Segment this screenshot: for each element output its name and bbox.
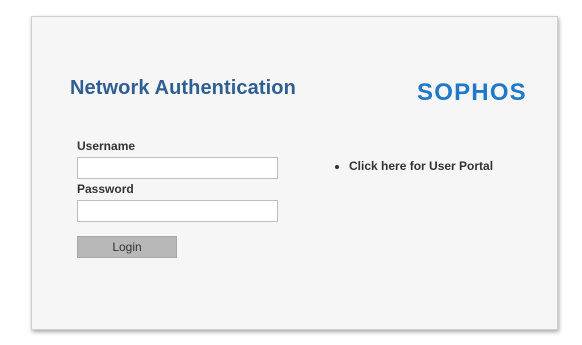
portal-links: Click here for User Portal: [333, 159, 493, 173]
user-portal-link[interactable]: Click here for User Portal: [349, 159, 493, 173]
password-input[interactable]: [77, 200, 278, 222]
list-item: Click here for User Portal: [349, 159, 493, 173]
sophos-logo: SOPHOS: [417, 79, 527, 106]
username-label: Username: [77, 139, 136, 153]
page-title: Network Authentication: [70, 77, 296, 99]
password-label: Password: [77, 182, 134, 196]
username-input[interactable]: [77, 157, 278, 179]
auth-panel: Network Authentication SOPHOS Username P…: [31, 16, 558, 330]
login-button[interactable]: Login: [77, 236, 177, 258]
